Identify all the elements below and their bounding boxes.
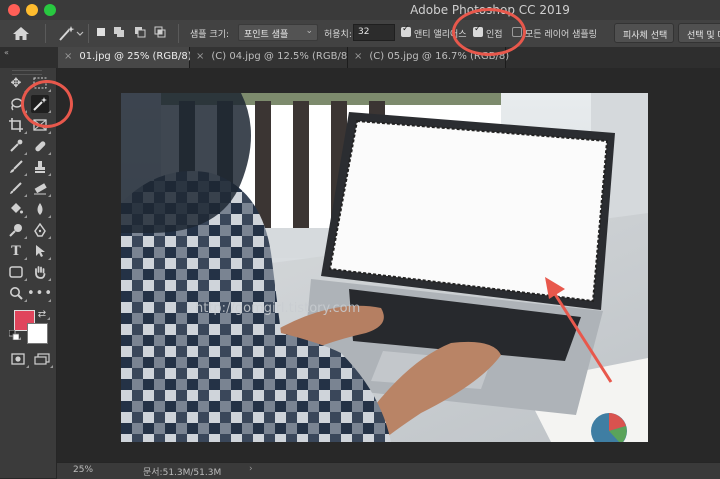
new-selection-icon[interactable]: [95, 26, 107, 38]
tab-label: 01.jpg @ 25% (RGB/8): [79, 51, 192, 62]
blur-tool-icon[interactable]: [31, 200, 51, 218]
title-bar: Adobe Photoshop CC 2019: [0, 0, 720, 21]
close-tab-icon[interactable]: ×: [196, 51, 204, 62]
tolerance-label: 허용치:: [324, 30, 352, 40]
select-and-mask-button[interactable]: 선택 및 마: [678, 23, 720, 43]
pen-tool-icon[interactable]: [31, 221, 51, 239]
more-tools-icon[interactable]: •••: [27, 284, 52, 302]
annotation-circle-contiguous: [452, 8, 526, 56]
options-bar: 샘플 크기: 포인트 샘플 ⌄ 허용치: 32 앤티 앨리어스 인접 모든 레이…: [0, 20, 720, 48]
crop-tool-icon[interactable]: [7, 116, 27, 134]
magic-wand-preset-icon: [59, 26, 84, 41]
screen-mode-icon[interactable]: [33, 350, 53, 368]
healing-brush-tool-icon[interactable]: [31, 137, 51, 155]
app-title: Adobe Photoshop CC 2019: [410, 3, 570, 17]
photo-illustration: [121, 93, 648, 442]
dodge-tool-icon[interactable]: [7, 221, 27, 239]
sample-all-layers-label: 모든 레이어 샘플링: [525, 30, 597, 40]
separator: [45, 24, 46, 43]
rectangle-tool-icon[interactable]: [7, 263, 27, 281]
home-button[interactable]: [10, 25, 32, 41]
separator: [88, 24, 89, 43]
status-bar: 25% 문서:51.3M/51.3M ›: [57, 462, 720, 479]
separator: [178, 24, 179, 43]
close-tab-icon[interactable]: ×: [354, 51, 362, 62]
watermark-text: http://gomgirl.tistory.com: [195, 301, 361, 316]
type-tool-icon[interactable]: T: [7, 242, 27, 260]
tolerance-input[interactable]: 32: [353, 24, 395, 41]
sample-size-value: 포인트 샘플: [244, 30, 289, 40]
document-image[interactable]: http://gomgirl.tistory.com: [121, 93, 648, 442]
home-icon: [13, 27, 29, 40]
eraser-tool-icon[interactable]: [31, 179, 51, 197]
eyedropper-tool-icon[interactable]: [7, 137, 27, 155]
quick-mask-icon[interactable]: [9, 350, 29, 368]
tab-document-2[interactable]: × (C) 04.jpg @ 12.5% (RGB/8): [190, 47, 352, 68]
subtract-from-selection-icon[interactable]: [134, 26, 146, 38]
sample-size-label: 샘플 크기:: [190, 30, 230, 40]
path-selection-tool-icon[interactable]: [31, 242, 51, 260]
add-to-selection-icon[interactable]: [113, 26, 125, 38]
background-color-swatch[interactable]: [27, 323, 48, 344]
annotation-circle-wand-tool: [21, 80, 73, 128]
paint-bucket-tool-icon[interactable]: [7, 200, 27, 218]
sample-size-select[interactable]: 포인트 샘플 ⌄: [238, 24, 318, 41]
tool-preset-picker[interactable]: [56, 24, 84, 42]
swap-colors-icon[interactable]: ⇄: [36, 308, 50, 320]
document-size-info: 문서:51.3M/51.3M: [143, 468, 222, 478]
zoom-level[interactable]: 25%: [73, 465, 93, 475]
antialias-checkbox[interactable]: [401, 24, 411, 37]
tab-document-1[interactable]: × 01.jpg @ 25% (RGB/8): [58, 47, 192, 68]
collapse-panel-icon[interactable]: «: [4, 48, 9, 57]
hand-tool-icon[interactable]: [31, 263, 51, 281]
status-menu-arrow[interactable]: ›: [249, 464, 253, 474]
intersect-selection-icon[interactable]: [154, 26, 166, 38]
select-subject-button[interactable]: 피사체 선택: [614, 23, 674, 43]
zoom-tool-icon[interactable]: [7, 284, 27, 302]
tab-label: (C) 04.jpg @ 12.5% (RGB/8): [211, 51, 352, 62]
tools-panel: ✥ T ••• ⇄: [0, 68, 57, 478]
chevron-down-icon: ⌄: [305, 26, 313, 36]
move-tool-icon[interactable]: ✥: [7, 74, 27, 92]
brush-tool-icon[interactable]: [7, 158, 27, 176]
close-tab-icon[interactable]: ×: [64, 51, 72, 62]
default-colors-icon[interactable]: [9, 330, 21, 340]
document-tab-bar: « × 01.jpg @ 25% (RGB/8) × (C) 04.jpg @ 12…: [0, 47, 720, 69]
clone-stamp-tool-icon[interactable]: [31, 158, 51, 176]
history-brush-tool-icon[interactable]: [7, 179, 27, 197]
